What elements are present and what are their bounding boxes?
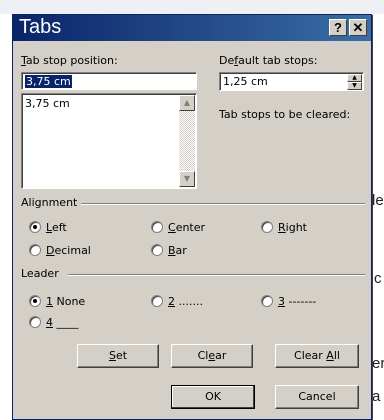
radio-icon: [151, 221, 163, 233]
tab-stops-to-be-cleared-label: Tab stops to be cleared:: [219, 108, 351, 121]
background-text: er: [372, 355, 384, 372]
close-button[interactable]: ✕: [349, 19, 367, 36]
ok-button[interactable]: OK: [171, 385, 255, 409]
leader-underline-radio[interactable]: 4 ____: [29, 316, 79, 329]
default-tab-stops-value: 1,25 cm: [223, 75, 268, 88]
leader-group-label: Leader: [21, 267, 59, 280]
alignment-right-radio[interactable]: Right: [261, 221, 307, 234]
spin-up-button[interactable]: ▲: [347, 74, 362, 82]
alignment-left-radio[interactable]: Left: [29, 221, 67, 234]
arrow-up-icon: ▲: [352, 74, 357, 81]
help-button[interactable]: ?: [329, 19, 347, 36]
radio-icon: [29, 316, 41, 328]
spin-down-button[interactable]: ▼: [347, 82, 362, 90]
document-toolbar-strip: [0, 0, 384, 14]
default-tab-stops-input[interactable]: 1,25 cm ▲ ▼: [219, 72, 364, 91]
radio-icon: [261, 221, 273, 233]
default-tab-stops-spinner[interactable]: ▲ ▼: [347, 74, 362, 90]
arrow-down-icon: ▼: [183, 174, 191, 183]
scroll-up-button[interactable]: ▲: [179, 95, 195, 111]
background-text: le: [372, 192, 384, 209]
alignment-divider: [81, 203, 365, 205]
leader-dots-radio[interactable]: 2 .......: [151, 295, 203, 308]
default-tab-stops-label: Default tab stops:: [219, 54, 318, 67]
list-item[interactable]: 3,75 cm: [25, 97, 70, 110]
clear-all-button[interactable]: Clear All: [275, 344, 359, 368]
tab-stop-list[interactable]: 3,75 cm ▲ ▼: [21, 93, 197, 189]
clear-button[interactable]: Clear: [171, 344, 253, 368]
tab-stop-position-label: Tab stop position:: [21, 54, 118, 67]
help-icon: ?: [334, 20, 342, 35]
alignment-bar-radio[interactable]: Bar: [151, 244, 187, 257]
set-button[interactable]: Set: [77, 344, 159, 368]
arrow-down-icon: ▼: [352, 82, 357, 89]
leader-divider: [68, 274, 365, 276]
tab-stop-position-input[interactable]: 3,75 cm: [21, 72, 197, 90]
radio-icon: [151, 244, 163, 256]
alignment-center-radio[interactable]: Center: [151, 221, 205, 234]
radio-icon: [29, 244, 41, 256]
tabs-dialog: Tabs ? ✕ Tab stop position: 3,75 cm 3,75…: [12, 14, 372, 420]
arrow-up-icon: ▲: [183, 98, 191, 107]
list-scrollbar[interactable]: ▲ ▼: [179, 95, 195, 187]
dialog-title: Tabs: [19, 16, 62, 38]
background-text: a: [372, 388, 381, 405]
alignment-group-label: Alignment: [21, 196, 78, 209]
radio-selected-icon: [29, 221, 41, 233]
tab-stop-position-value: 3,75 cm: [25, 75, 72, 88]
background-text: c: [374, 270, 382, 287]
alignment-decimal-radio[interactable]: Decimal: [29, 244, 91, 257]
radio-selected-icon: [29, 295, 41, 307]
title-bar[interactable]: Tabs ? ✕: [13, 15, 371, 41]
leader-dashes-radio[interactable]: 3 -------: [261, 295, 316, 308]
radio-icon: [261, 295, 273, 307]
cancel-button[interactable]: Cancel: [275, 385, 359, 409]
leader-none-radio[interactable]: 1 None: [29, 295, 85, 308]
scroll-down-button[interactable]: ▼: [179, 171, 195, 187]
close-icon: ✕: [352, 20, 364, 35]
radio-icon: [151, 295, 163, 307]
